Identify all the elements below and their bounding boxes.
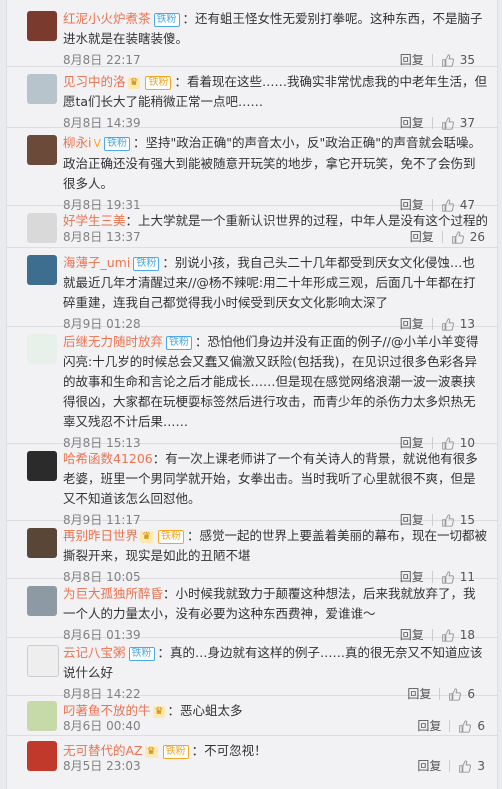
avatar[interactable] — [27, 701, 57, 731]
divider — [449, 720, 451, 732]
comment-username[interactable]: 再别昨日世界 — [63, 528, 138, 543]
comment-item: 红泥小火炉煮茶 铁粉 ：还有蛆王怪女性无爱别打拳呢。这种东西，不是脑子进水就是在装瞎… — [7, 4, 497, 67]
fan-badge: 铁粉 — [157, 530, 184, 544]
comment-item: 哈希函数41206：有一次上课老师讲了一个有关诗人的背景，就说他有很多老婆，班里… — [7, 444, 497, 527]
comment-item: 后继无力随时放弃 铁粉 ：恐怕他们身边并没有正面的例子//@小羊小羊变得闪亮:十几岁… — [7, 327, 497, 450]
comment-text: 红泥小火炉煮茶 铁粉 ：还有蛆王怪女性无爱别打拳呢。这种东西，不是脑子进水就是在装瞎… — [63, 9, 487, 49]
comment-list: 红泥小火炉煮茶 铁粉 ：还有蛆王怪女性无爱别打拳呢。这种东西，不是脑子进水就是在装瞎… — [6, 0, 498, 789]
comment-username[interactable]: 云记八宝粥 — [63, 645, 126, 660]
reply-button[interactable]: 回复 — [417, 715, 441, 737]
fan-badge: 铁粉 — [153, 13, 180, 27]
comment-item: 柳永i V 铁粉 ：坚持"政治正确"的声音太小，反"政治正确"的声音就会聒噪。政治正确… — [7, 128, 497, 212]
comment-username[interactable]: 哈希函数41206 — [63, 451, 153, 466]
thumbs-up-icon — [441, 53, 454, 67]
comment-item: 叼著鱼不放的牛 ♛ ：恶心蛆太多 8月6日 00:40 回复 6 — [7, 696, 497, 736]
comment-time: 8月5日 23:03 — [63, 759, 141, 773]
avatar[interactable] — [27, 74, 57, 104]
reply-button[interactable]: 回复 — [410, 226, 434, 248]
avatar[interactable] — [27, 586, 57, 616]
comment-username[interactable]: 柳永i — [63, 135, 91, 150]
like-count: 6 — [477, 719, 485, 733]
comment-item: 无可替代的AZ ♛ 铁粉 ：不可忽视！ 8月5日 23:03 回复 3 — [7, 736, 497, 776]
avatar[interactable] — [27, 213, 57, 243]
avatar[interactable] — [27, 334, 57, 364]
like-count: 3 — [477, 759, 485, 773]
avatar[interactable] — [27, 645, 59, 677]
comment-meta: 8月5日 23:03 回复 3 — [63, 755, 487, 777]
comment-meta: 8月8日 13:37 回复 26 — [63, 226, 487, 248]
comment-time: 8月8日 13:37 — [63, 230, 141, 244]
comment-text: 后继无力随时放弃 铁粉 ：恐怕他们身边并没有正面的例子//@小羊小羊变得闪亮:十几岁… — [63, 332, 487, 432]
comment-username[interactable]: 海薄子_umi — [63, 255, 130, 270]
avatar[interactable] — [27, 451, 57, 481]
like-button[interactable]: 6 — [458, 715, 485, 737]
comment-body: ：看着现在这些……我确实非常忧虑我的中老年生活，但愿ta们长大了能稍微正常一点吧… — [63, 74, 487, 109]
comment-item: 见习中的洛 ♛ 铁粉 ：看着现在这些……我确实非常忧虑我的中老年生活，但愿ta们长大了… — [7, 67, 497, 130]
comment-username[interactable]: 见习中的洛 — [63, 74, 126, 89]
comment-meta: 8月6日 00:40 回复 6 — [63, 715, 487, 737]
divider — [431, 54, 433, 66]
thumbs-up-icon — [459, 759, 472, 773]
fan-badge: 铁粉 — [104, 137, 131, 151]
comment-time: 8月8日 22:17 — [63, 53, 141, 67]
comment-time: 8月6日 00:40 — [63, 719, 141, 733]
verified-v-icon: V — [93, 137, 102, 150]
crown-icon: ♛ — [127, 77, 141, 89]
avatar[interactable] — [27, 135, 57, 165]
comment-item: 好学生三美：上大学就是一个重新认识世界的过程，中年人是没有这个过程的 8月8日 … — [7, 206, 497, 248]
like-count: 26 — [469, 230, 485, 244]
comment-username[interactable]: 为巨大孤独所醉昏 — [63, 586, 163, 601]
like-button[interactable]: 26 — [451, 226, 485, 248]
comment-username[interactable]: 后继无力随时放弃 — [63, 334, 163, 349]
avatar[interactable] — [27, 255, 57, 285]
crown-icon: ♛ — [140, 531, 153, 543]
comment-username[interactable]: 红泥小火炉煮茶 — [63, 11, 151, 26]
comment-text: 海薄子_umi 铁粉 ：别说小孩，我自己头二十几年都受到厌女文化侵蚀…也就最近几年才… — [63, 253, 487, 313]
comment-item: 海薄子_umi 铁粉 ：别说小孩，我自己头二十几年都受到厌女文化侵蚀…也就最近几年才… — [7, 248, 497, 331]
divider — [441, 231, 443, 243]
fan-badge: 铁粉 — [133, 257, 160, 271]
comment-text: 再别昨日世界 ♛ 铁粉 ：感觉一起的世界上要盖着美丽的幕布，现在一切都被撕裂开来，现实… — [63, 526, 487, 566]
comment-text: 见习中的洛 ♛ 铁粉 ：看着现在这些……我确实非常忧虑我的中老年生活，但愿ta们长大了… — [63, 72, 487, 112]
divider — [449, 760, 451, 772]
avatar[interactable] — [27, 11, 57, 41]
fan-badge: 铁粉 — [166, 336, 193, 350]
reply-button[interactable]: 回复 — [417, 755, 441, 777]
comment-text: 云记八宝粥 铁粉 ：真的…身边就有这样的例子……真的很无奈又不知道应该说什么好 — [63, 643, 487, 683]
thumbs-up-icon — [459, 719, 472, 733]
comment-item: 云记八宝粥 铁粉 ：真的…身边就有这样的例子……真的很无奈又不知道应该说什么好 8月… — [7, 638, 497, 701]
avatar[interactable] — [27, 528, 57, 558]
fan-badge: 铁粉 — [145, 76, 172, 90]
like-button[interactable]: 3 — [458, 755, 485, 777]
comment-item: 为巨大孤独所醉昏：小时候我就致力于颠覆这种想法，后来我就放弃了，我一个人的力量太… — [7, 579, 497, 642]
comment-text: 为巨大孤独所醉昏：小时候我就致力于颠覆这种想法，后来我就放弃了，我一个人的力量太… — [63, 584, 487, 624]
comment-item: 再别昨日世界 ♛ 铁粉 ：感觉一起的世界上要盖着美丽的幕布，现在一切都被撕裂开来，现实… — [7, 521, 497, 584]
fan-badge: 铁粉 — [128, 647, 155, 661]
comment-text: 哈希函数41206：有一次上课老师讲了一个有关诗人的背景，就说他有很多老婆，班里… — [63, 449, 487, 509]
avatar[interactable] — [27, 741, 57, 771]
comment-text: 柳永i V 铁粉 ：坚持"政治正确"的声音太小，反"政治正确"的声音就会聒噪。政治正确… — [63, 133, 487, 194]
thumbs-up-icon — [451, 230, 464, 244]
